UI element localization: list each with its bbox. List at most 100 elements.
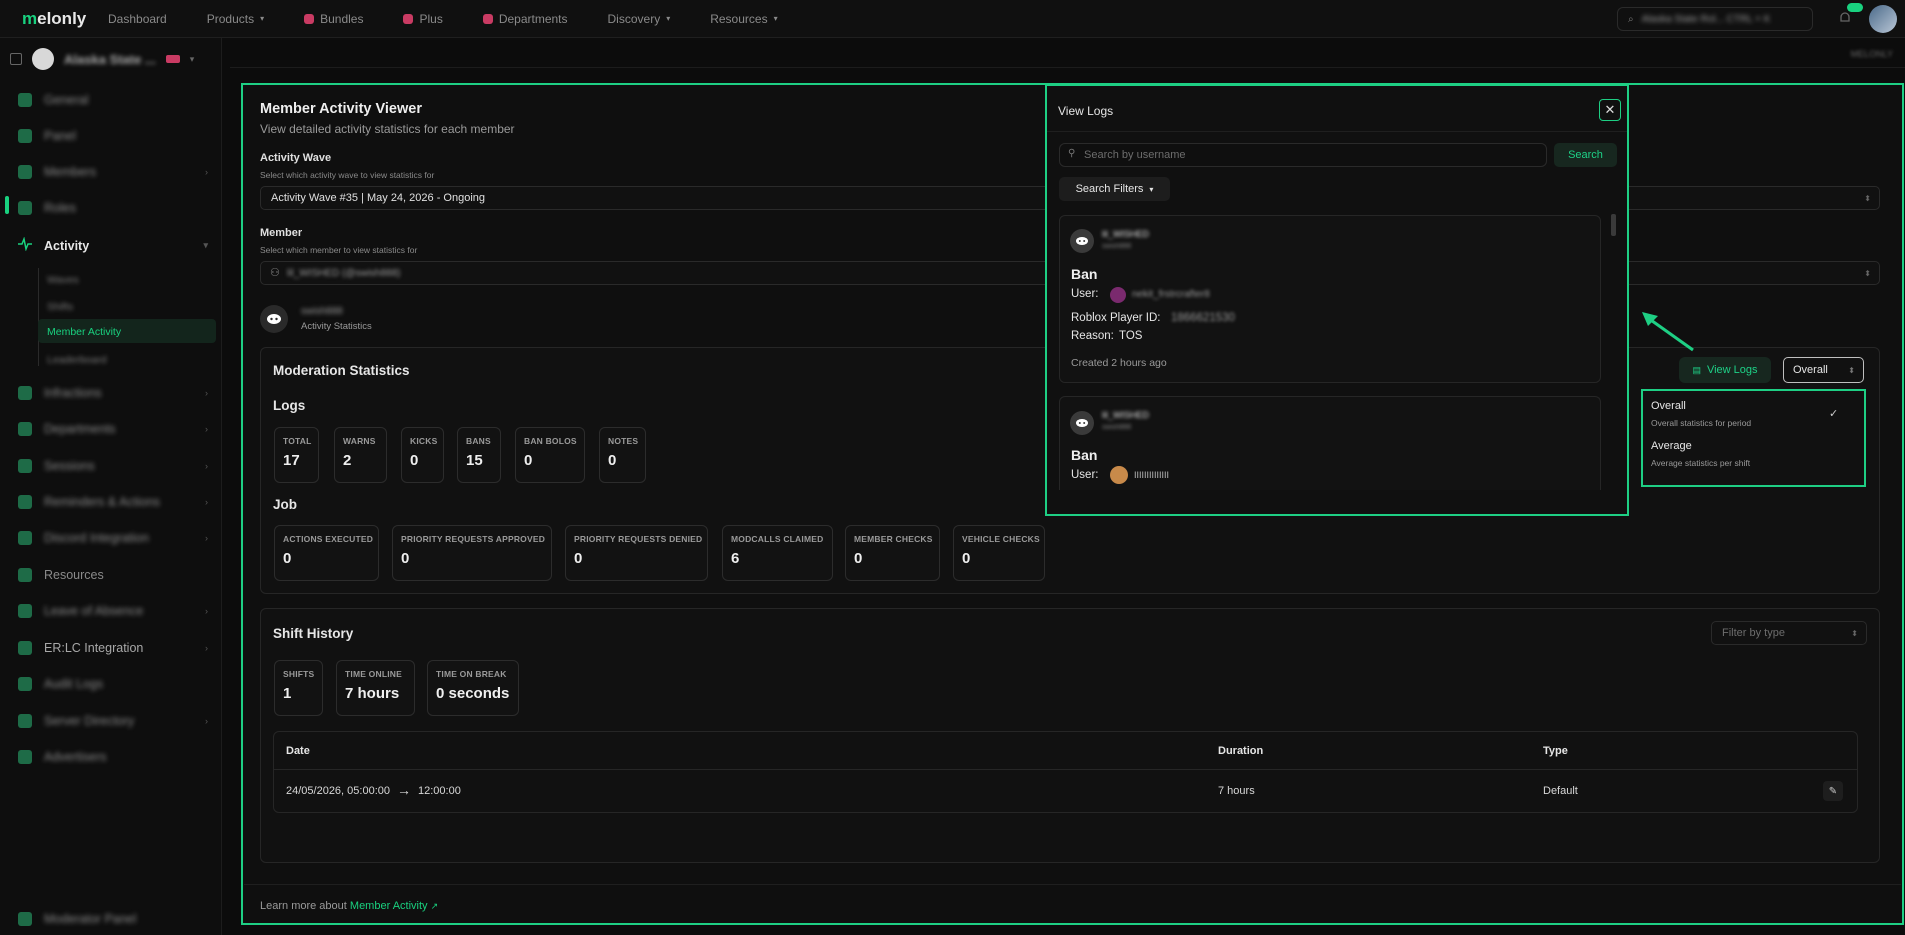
edit-shift-button[interactable]: ✎ bbox=[1823, 781, 1843, 801]
user-avatar[interactable] bbox=[1869, 5, 1897, 33]
chevron-right-icon: › bbox=[205, 424, 208, 434]
sidebar-item-general[interactable]: General bbox=[18, 93, 208, 107]
sidebar-item-erlc[interactable]: ER:LC Integration › bbox=[18, 641, 208, 655]
option-overall[interactable]: Overall bbox=[1651, 400, 1686, 412]
sidebar-item-reminders[interactable]: Reminders & Actions › bbox=[18, 495, 208, 509]
submenu-waves[interactable]: Waves bbox=[47, 274, 79, 286]
roblox-avatar bbox=[1110, 287, 1126, 303]
roblox-avatar bbox=[1110, 466, 1128, 484]
sidebar-item-roles[interactable]: Roles bbox=[18, 201, 208, 215]
close-modal-button[interactable]: ✕ bbox=[1599, 99, 1621, 121]
period-select[interactable]: Overall ⬍ bbox=[1783, 357, 1864, 383]
submenu-shifts[interactable]: Shifts bbox=[47, 301, 73, 313]
search-icon: ⌕ bbox=[1628, 13, 1634, 25]
chevron-right-icon: › bbox=[205, 388, 208, 398]
discord-icon bbox=[18, 531, 32, 545]
view-logs-button[interactable]: ▤ View Logs bbox=[1679, 357, 1771, 383]
activity-icon bbox=[18, 236, 32, 254]
sidebar-item-resources[interactable]: Resources bbox=[18, 568, 208, 582]
chevron-updown-icon: ⬍ bbox=[1864, 193, 1871, 203]
user-search-icon: ⚲ bbox=[1068, 148, 1076, 159]
chevron-right-icon: › bbox=[205, 716, 208, 726]
nav-resources[interactable]: Resources ▾ bbox=[710, 12, 777, 26]
member-activity-link[interactable]: Member Activity bbox=[350, 900, 428, 912]
log-reason-label: Reason: bbox=[1071, 330, 1114, 342]
sidebar-item-discord[interactable]: Discord Integration › bbox=[18, 531, 208, 545]
sidebar-moderator-panel[interactable]: Moderator Panel bbox=[18, 912, 208, 926]
logs-title: Logs bbox=[273, 398, 306, 413]
shift-duration: 7 hours bbox=[1218, 785, 1255, 797]
nav-departments[interactable]: Departments bbox=[482, 12, 568, 26]
sidebar-item-panel[interactable]: Panel bbox=[18, 129, 208, 143]
sidebar-item-activity[interactable]: Activity ▾ bbox=[18, 236, 208, 254]
sessions-icon bbox=[18, 459, 32, 473]
page-subtitle: View detailed activity statistics for ea… bbox=[260, 122, 515, 136]
nav-plus[interactable]: Plus bbox=[403, 12, 443, 26]
modal-scrollbar[interactable] bbox=[1611, 214, 1616, 236]
chevron-updown-icon: ⬍ bbox=[1851, 628, 1858, 638]
melonly-logo[interactable]: melonly bbox=[22, 9, 108, 29]
global-search[interactable]: ⌕ Alaska State Rol... CTRL + K bbox=[1617, 7, 1813, 31]
log-action: Ban bbox=[1071, 447, 1098, 463]
discord-icon bbox=[267, 314, 281, 324]
discord-icon bbox=[1076, 419, 1088, 427]
chevron-right-icon: › bbox=[205, 461, 208, 471]
nav-products[interactable]: Products ▾ bbox=[207, 12, 264, 26]
member-label: Member bbox=[260, 227, 303, 239]
server-switcher[interactable]: Alaska State ... ▾ bbox=[0, 42, 221, 76]
nav-discovery[interactable]: Discovery ▾ bbox=[608, 12, 671, 26]
wave-label: Activity Wave bbox=[260, 152, 332, 164]
username-search-input[interactable]: ⚲ Search by username bbox=[1059, 143, 1547, 167]
moderator-name: lil_WISHED bbox=[1102, 229, 1150, 239]
sidebar-item-infractions[interactable]: Infractions › bbox=[18, 386, 208, 400]
log-user: nekit_frstrcrafter8 bbox=[1132, 289, 1210, 300]
plus-badge-icon bbox=[165, 55, 180, 63]
log-roblox-id: 1866621530 bbox=[1171, 312, 1235, 324]
chevron-right-icon: › bbox=[205, 643, 208, 653]
option-average-desc: Average statistics per shift bbox=[1651, 458, 1751, 468]
modal-title: View Logs bbox=[1058, 104, 1114, 118]
members-icon bbox=[18, 165, 32, 179]
notifications-icon[interactable] bbox=[1837, 10, 1853, 26]
filter-by-type-select[interactable]: Filter by type ⬍ bbox=[1711, 621, 1867, 645]
moderator-id: swish888 bbox=[1102, 424, 1132, 431]
shift-history-title: Shift History bbox=[273, 626, 354, 641]
collapse-icon[interactable] bbox=[10, 53, 22, 65]
server-avatar bbox=[32, 48, 54, 70]
chevron-right-icon: › bbox=[205, 533, 208, 543]
search-filters-button[interactable]: Search Filters ▾ bbox=[1059, 177, 1170, 201]
chevron-down-icon: ▾ bbox=[189, 53, 195, 64]
stat-bans: BANS 15 bbox=[457, 427, 501, 483]
col-type[interactable]: Type bbox=[1543, 745, 1568, 757]
arrow-right-icon: → bbox=[397, 782, 411, 798]
option-average[interactable]: Average bbox=[1651, 440, 1692, 452]
col-duration[interactable]: Duration bbox=[1218, 745, 1263, 757]
moderator-icon bbox=[18, 912, 32, 926]
stat-ban-bolos: BAN BOLOS 0 bbox=[515, 427, 585, 483]
search-button[interactable]: Search bbox=[1554, 143, 1617, 167]
log-user-label: User: bbox=[1071, 288, 1099, 300]
log-user: IIIIIIIIIIIIII bbox=[1134, 470, 1170, 480]
nav-dashboard[interactable]: Dashboard bbox=[108, 12, 167, 26]
top-navbar: melonly Dashboard Products ▾ Bundles Plus… bbox=[0, 0, 1905, 38]
stat-notes: NOTES 0 bbox=[599, 427, 646, 483]
sidebar-item-advertisers[interactable]: Advertisers bbox=[18, 750, 208, 764]
moderator-name: lil_WISHED bbox=[1102, 410, 1150, 420]
sidebar-item-loa[interactable]: Leave of Absence › bbox=[18, 604, 208, 618]
col-date[interactable]: Date bbox=[286, 745, 310, 757]
sidebar-item-members[interactable]: Members › bbox=[18, 165, 208, 179]
sidebar-item-sessions[interactable]: Sessions › bbox=[18, 459, 208, 473]
stat-vehicle-checks: VEHICLE CHECKS 0 bbox=[953, 525, 1045, 581]
sidebar-item-audit[interactable]: Audit Logs bbox=[18, 677, 208, 691]
log-reason: TOS bbox=[1119, 330, 1143, 342]
user-name: swish888 bbox=[301, 306, 343, 317]
option-overall-desc: Overall statistics for period bbox=[1651, 418, 1752, 428]
submenu-leaderboard[interactable]: Leaderboard bbox=[47, 354, 107, 366]
sidebar-item-departments[interactable]: Departments › bbox=[18, 422, 208, 436]
chevron-updown-icon: ⬍ bbox=[1848, 365, 1855, 375]
pointer-arrow-icon bbox=[1640, 310, 1696, 359]
external-link-icon: ↗ bbox=[430, 901, 439, 911]
sidebar-item-directory[interactable]: Server Directory › bbox=[18, 714, 208, 728]
nav-bundles[interactable]: Bundles bbox=[304, 12, 363, 26]
page-title: Member Activity Viewer bbox=[260, 101, 422, 117]
